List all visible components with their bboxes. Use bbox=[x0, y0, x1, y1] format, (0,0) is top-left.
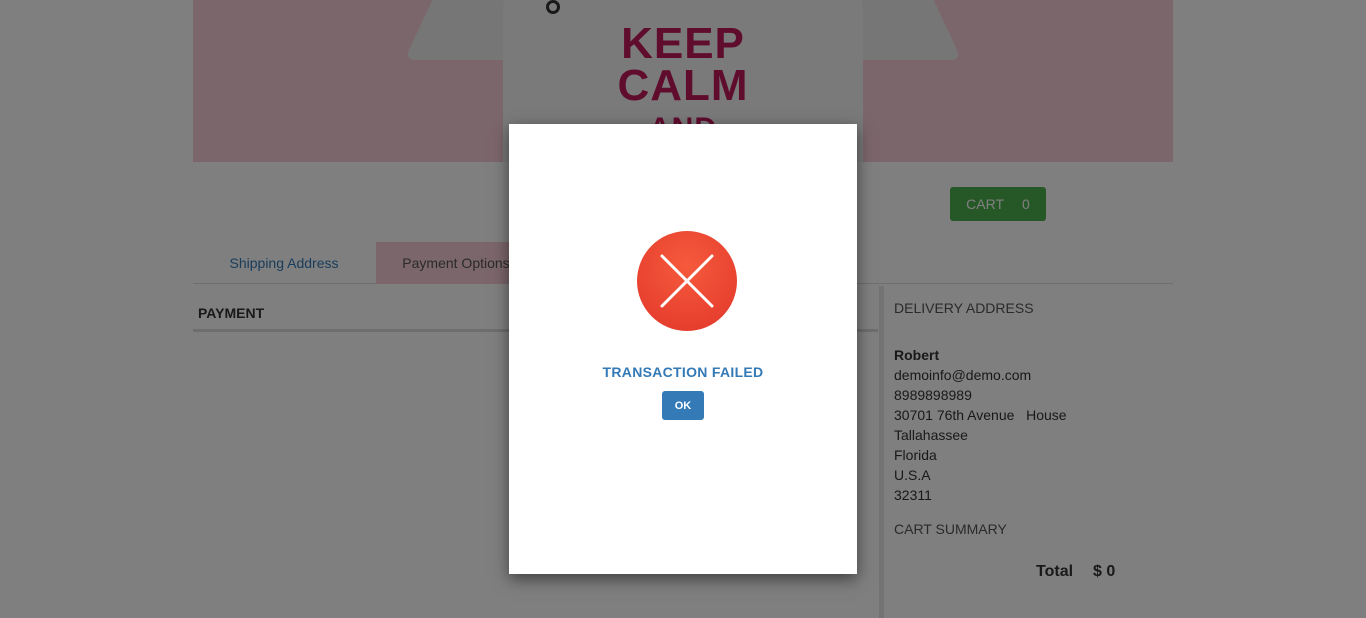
checkout-page: KEEP CALM AND CART 0 Shipping Address Pa… bbox=[0, 0, 1366, 618]
close-icon bbox=[637, 231, 737, 331]
transaction-failed-dialog: TRANSACTION FAILED OK bbox=[509, 124, 857, 574]
ok-button[interactable]: OK bbox=[662, 391, 704, 420]
dialog-title: TRANSACTION FAILED bbox=[602, 364, 764, 380]
